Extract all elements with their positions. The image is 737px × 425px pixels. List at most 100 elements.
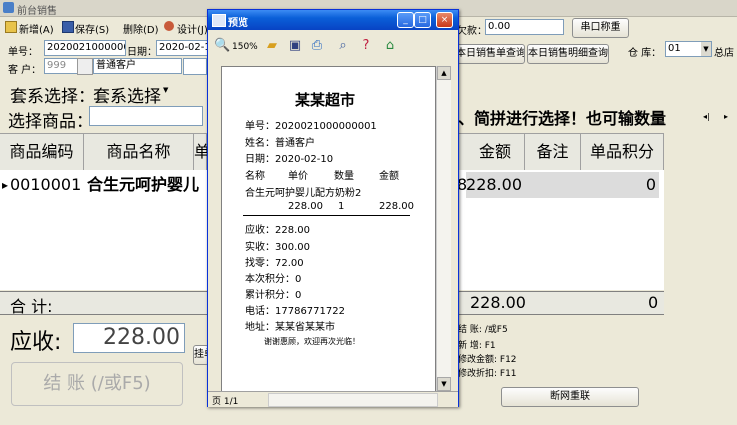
- receipt-points-now: 本次积分：0: [245, 274, 302, 285]
- scroll-down-icon[interactable]: ▼: [437, 377, 451, 391]
- open-icon[interactable]: ▰: [264, 38, 280, 54]
- row-points[interactable]: 0: [581, 172, 659, 198]
- col-note[interactable]: 备注: [525, 134, 581, 170]
- hotkey-amount: 修改金额: F12: [458, 355, 517, 365]
- bill-no-field[interactable]: 2020021000000001: [44, 40, 126, 56]
- receipt-head-name: 名称: [245, 171, 265, 182]
- receipt-paper: 某某超市 单号：2020021000000001 姓名：普通客户 日期：2020…: [221, 66, 436, 393]
- save-file-icon[interactable]: ▣: [287, 38, 303, 54]
- app-icon: [3, 2, 14, 13]
- product-hint: 、简拼进行选择！也可输数量: [458, 109, 667, 128]
- customer-lookup-button[interactable]: [77, 58, 93, 75]
- receipt-item-amount: 228.00: [379, 201, 414, 212]
- receipt-item-name: 合生元呵护婴儿配方奶粉2: [245, 188, 362, 199]
- receivable-label: 应收:: [10, 330, 62, 355]
- row-name[interactable]: 合生元呵护婴儿: [87, 172, 207, 198]
- total-label: 合 计:: [10, 297, 53, 316]
- row-code[interactable]: 0010001: [10, 172, 84, 198]
- net-reconnect-button[interactable]: 断网重联: [501, 387, 639, 407]
- nav-next-icon[interactable]: ▸: [724, 112, 728, 121]
- bill-no-label: 单号：: [8, 47, 38, 58]
- home-icon[interactable]: ⌂: [382, 38, 398, 54]
- row-note[interactable]: [525, 172, 581, 198]
- date-label: 日期：: [127, 47, 157, 58]
- horizontal-scrollbar[interactable]: [268, 393, 438, 407]
- receipt-due: 应收：228.00: [245, 225, 310, 236]
- set-select-value[interactable]: 套系选择: [93, 82, 161, 107]
- customer-type-select[interactable]: [183, 58, 207, 75]
- owe-field[interactable]: 0.00: [485, 19, 564, 35]
- preview-window: 预览 _ □ × 🔍 150% ▰ ▣ ⎙ ⌕ ? ⌂ 某某超市 单号：2020…: [207, 9, 459, 407]
- search-icon[interactable]: ⌕: [335, 38, 351, 54]
- maximize-icon[interactable]: □: [414, 12, 431, 28]
- delete-button[interactable]: 删除(D): [123, 21, 159, 36]
- total-points: 0: [648, 293, 659, 312]
- hotkey-discount: 修改折扣: F11: [458, 369, 517, 379]
- save-icon: [62, 21, 74, 33]
- receivable-value: 228.00: [73, 323, 185, 353]
- nav-prev-icon[interactable]: ◂|: [703, 112, 710, 121]
- receipt-divider: [243, 215, 410, 216]
- chevron-down-icon: ▼: [701, 42, 711, 56]
- minimize-icon[interactable]: _: [397, 12, 414, 28]
- app-title: 前台销售: [17, 6, 57, 17]
- close-icon[interactable]: ×: [436, 12, 453, 28]
- preview-titlebar: 预览 _ □ ×: [208, 10, 458, 30]
- total-amount: 228.00: [470, 293, 526, 312]
- receipt-head-amount: 金额: [379, 171, 399, 182]
- customer-code-field[interactable]: 999: [44, 58, 78, 74]
- col-code[interactable]: 商品编码: [0, 134, 84, 170]
- customer-label: 客 户：: [8, 65, 42, 76]
- col-price[interactable]: 单: [194, 134, 210, 170]
- vertical-scrollbar[interactable]: ▲ ▼: [436, 66, 451, 391]
- today-detail-button[interactable]: 本日销售明细查询: [527, 44, 609, 64]
- print-icon[interactable]: ⎙: [309, 38, 325, 54]
- product-select-label: 选择商品：: [8, 112, 93, 132]
- col-name[interactable]: 商品名称: [84, 134, 194, 170]
- receipt-date: 日期：2020-02-10: [245, 154, 334, 165]
- row-amount[interactable]: 228.00: [466, 172, 525, 198]
- zoom-level[interactable]: 150%: [232, 42, 258, 52]
- warehouse-value: 01: [668, 43, 681, 54]
- warehouse-select[interactable]: 01 ▼: [665, 41, 712, 57]
- receipt-points-total: 累计积分：0: [245, 290, 302, 301]
- receipt-name: 姓名：普通客户: [245, 138, 315, 149]
- receipt-no: 单号：2020021000000001: [245, 121, 377, 132]
- owe-label: 欠款：: [457, 26, 487, 37]
- new-icon: [5, 21, 17, 33]
- zoom-icon[interactable]: 🔍: [214, 38, 230, 54]
- preview-app-icon: [212, 14, 226, 27]
- hotkey-new: 新 增: F1: [458, 341, 496, 351]
- help-icon[interactable]: ?: [358, 38, 374, 54]
- hotkey-panel: 结 账: /或F5 新 增: F1 修改金额: F12 修改折扣: F11: [456, 320, 536, 382]
- serial-scale-button[interactable]: 串口称重: [572, 18, 629, 38]
- customer-name-field[interactable]: 普通客户: [93, 58, 182, 74]
- receipt-phone: 电话：17786771722: [245, 306, 345, 317]
- receipt-address: 地址：某某省某某市: [245, 322, 335, 333]
- receipt-item-qty: 1: [338, 201, 345, 212]
- col-points[interactable]: 单品积分: [581, 134, 664, 170]
- set-select-chevron-icon: ▼: [163, 86, 169, 94]
- today-bills-button[interactable]: 本日销售单查询: [455, 44, 525, 64]
- checkout-button[interactable]: 结 账 (/或F5): [11, 362, 183, 406]
- preview-title: 预览: [228, 18, 248, 29]
- design-icon: [164, 21, 174, 31]
- product-input[interactable]: [89, 106, 203, 126]
- design-button[interactable]: 设计(J): [177, 21, 208, 36]
- new-button[interactable]: 新增(A): [19, 21, 54, 36]
- date-field[interactable]: 2020-02-10: [156, 40, 210, 56]
- receipt-shop: 某某超市: [295, 91, 356, 109]
- receipt-item-price: 228.00: [288, 201, 323, 212]
- scroll-up-icon[interactable]: ▲: [437, 66, 451, 80]
- receipt-thanks: 谢谢惠顾，欢迎再次光临！: [264, 337, 360, 346]
- receipt-head-qty: 数量: [334, 171, 354, 182]
- receipt-paid: 实收：300.00: [245, 242, 310, 253]
- col-amount[interactable]: 金额: [466, 134, 525, 170]
- warehouse-label: 仓 库：: [628, 48, 662, 59]
- set-select-label: 套系选择：: [10, 87, 95, 107]
- hotkey-checkout: 结 账: /或F5: [458, 325, 508, 335]
- save-button[interactable]: 保存(S): [75, 21, 109, 36]
- preview-statusbar: 页 1/1: [208, 391, 458, 407]
- total-store-label: 总店: [714, 48, 734, 59]
- receipt-change: 找零：72.00: [245, 258, 304, 269]
